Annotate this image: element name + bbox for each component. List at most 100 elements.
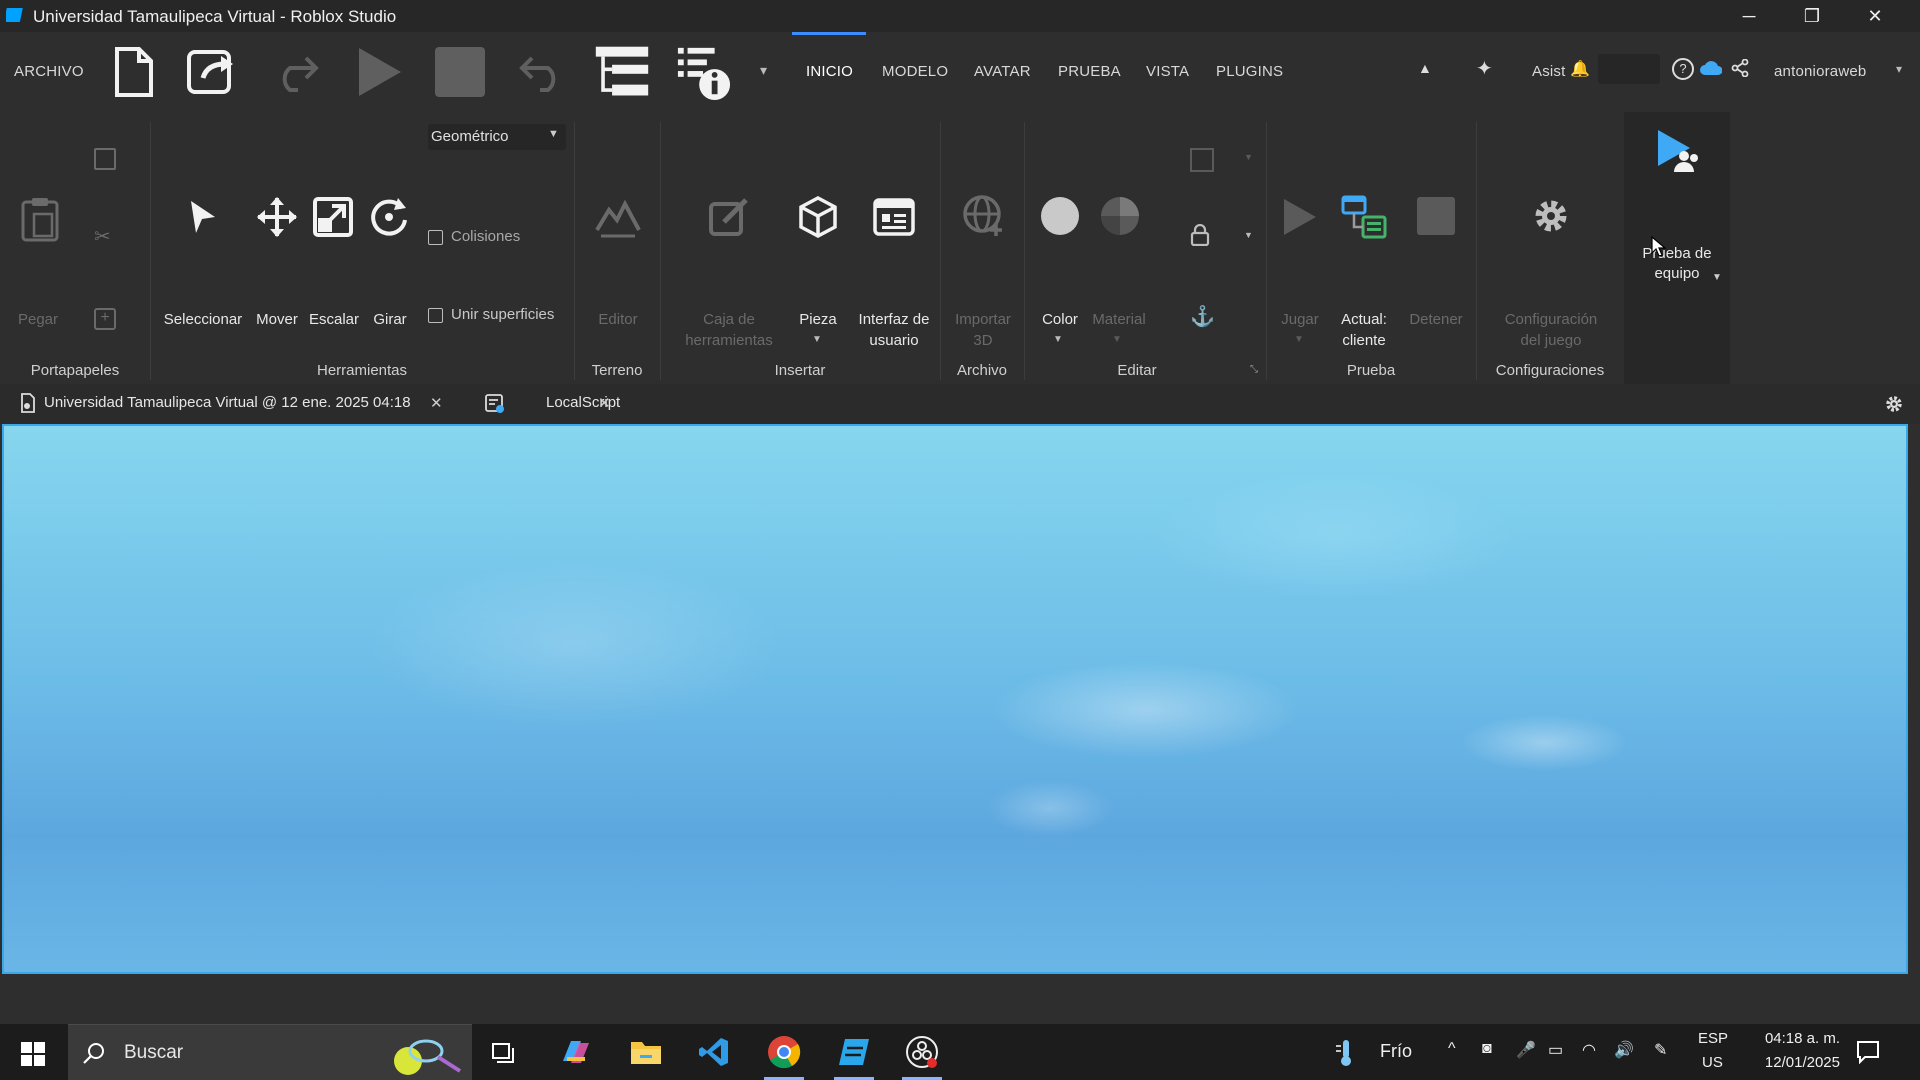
explorer-button[interactable] — [594, 46, 650, 98]
join-surfaces-label: Unir superficies — [451, 306, 555, 323]
quick-play-button[interactable] — [350, 46, 406, 98]
new-file-button[interactable] — [105, 46, 161, 98]
stop-icon — [435, 47, 485, 97]
weather-label[interactable]: Frío — [1380, 1041, 1412, 1062]
color-button[interactable] — [1036, 192, 1084, 240]
tab-prueba[interactable]: PRUEBA — [1058, 63, 1121, 80]
toolbox-button[interactable] — [706, 192, 752, 242]
game-settings-button[interactable] — [1528, 192, 1574, 240]
team-test-button[interactable] — [1652, 128, 1702, 172]
minimize-button[interactable]: ─ — [1722, 0, 1776, 32]
import-3d-button[interactable] — [960, 192, 1008, 240]
file-explorer-icon[interactable] — [626, 1032, 666, 1072]
move-tool-button[interactable] — [254, 194, 300, 240]
play-button[interactable] — [1278, 194, 1322, 240]
tray-battery-icon[interactable]: ▭ — [1548, 1040, 1563, 1060]
user-name[interactable]: antonioraweb — [1774, 63, 1866, 80]
geometry-dropdown[interactable]: Geométrico ▼ — [428, 124, 566, 150]
tray-microphone-icon[interactable]: 🎤 — [1516, 1040, 1536, 1060]
close-tab-localscript-icon[interactable]: ✕ — [598, 394, 611, 412]
play-dropdown-icon[interactable]: ▼ — [1294, 334, 1304, 345]
ai-sparkle-icon[interactable]: ✦ — [1476, 56, 1493, 81]
obs-icon[interactable] — [902, 1032, 942, 1072]
tray-camera-icon[interactable]: ◙ — [1482, 1040, 1492, 1058]
cut-icon[interactable]: ✂ — [94, 224, 111, 249]
roblox-studio-taskbar-icon[interactable] — [834, 1032, 874, 1072]
team-test-dropdown-icon[interactable]: ▼ — [1712, 272, 1722, 283]
user-interface-button[interactable] — [872, 194, 916, 240]
stop-square-icon — [1417, 197, 1455, 235]
restore-button[interactable]: ❐ — [1785, 0, 1839, 32]
properties-info-icon — [677, 47, 731, 100]
group-icon[interactable] — [1190, 148, 1214, 172]
3d-viewport[interactable] — [2, 424, 1908, 974]
properties-button[interactable] — [676, 46, 732, 100]
redo-button[interactable] — [268, 46, 324, 98]
tab-avatar[interactable]: AVATAR — [974, 63, 1031, 80]
lock-dropdown-icon[interactable]: ▼ — [1244, 230, 1253, 240]
close-window-button[interactable]: ✕ — [1848, 0, 1902, 32]
paste-button[interactable] — [18, 194, 62, 244]
color-dropdown-icon[interactable]: ▼ — [1053, 334, 1063, 345]
quick-access-overflow-icon[interactable]: ▾ — [760, 62, 767, 79]
part-dropdown-icon[interactable]: ▼ — [812, 334, 822, 345]
tab-place[interactable]: Universidad Tamaulipeca Virtual @ 12 ene… — [44, 394, 411, 411]
share-icon[interactable] — [1731, 59, 1749, 77]
publish-button[interactable] — [185, 46, 241, 98]
undo-button[interactable] — [514, 46, 570, 98]
windows-start-icon[interactable] — [21, 1042, 45, 1066]
assistant-button[interactable]: Asist — [1532, 63, 1566, 80]
scale-tool-button[interactable] — [310, 194, 356, 240]
duplicate-icon[interactable]: + — [94, 308, 116, 330]
input-language-top[interactable]: ESP — [1698, 1030, 1728, 1047]
group-dropdown-icon[interactable]: ▼ — [1244, 152, 1253, 162]
tray-chevron-up-icon[interactable]: ^ — [1448, 1040, 1456, 1058]
tab-plugins[interactable]: PLUGINS — [1216, 63, 1283, 80]
select-tool-button[interactable] — [178, 192, 226, 242]
part-button[interactable] — [796, 192, 840, 242]
tray-wifi-icon[interactable]: ◠ — [1582, 1040, 1596, 1060]
clock-date[interactable]: 12/01/2025 — [1748, 1054, 1840, 1071]
terrain-editor-button[interactable] — [594, 192, 642, 242]
material-dropdown-icon[interactable]: ▼ — [1112, 334, 1122, 345]
ribbon-separator — [150, 122, 151, 380]
notifications-icon[interactable] — [1856, 1040, 1880, 1064]
tab-vista[interactable]: VISTA — [1146, 63, 1189, 80]
close-tab-place-icon[interactable]: ✕ — [430, 394, 443, 412]
stop-button[interactable] — [1412, 192, 1460, 240]
tab-modelo[interactable]: MODELO — [882, 63, 948, 80]
clock-time[interactable]: 04:18 a. m. — [1748, 1030, 1840, 1047]
copilot-icon[interactable] — [556, 1032, 596, 1072]
copy-icon[interactable] — [94, 148, 116, 170]
user-dropdown-icon[interactable]: ▾ — [1896, 62, 1902, 76]
material-button[interactable] — [1096, 192, 1144, 240]
input-language-bottom[interactable]: US — [1702, 1054, 1723, 1071]
import-globe-icon — [963, 195, 1002, 236]
edit-expand-icon[interactable]: ⤡ — [1250, 364, 1258, 375]
cloud-icon[interactable] — [1700, 60, 1722, 76]
anchor-icon[interactable]: ⚓ — [1190, 304, 1215, 329]
team-test-icon — [1658, 130, 1698, 172]
collisions-checkbox[interactable] — [428, 230, 443, 245]
rotate-tool-button[interactable] — [366, 194, 412, 240]
task-view-icon[interactable] — [484, 1032, 524, 1072]
geometry-dropdown-value: Geométrico — [431, 128, 509, 145]
vscode-icon[interactable] — [694, 1032, 734, 1072]
file-menu[interactable]: ARCHIVO — [14, 63, 84, 80]
tab-inicio[interactable]: INICIO — [806, 63, 853, 80]
current-client-button[interactable] — [1340, 192, 1388, 242]
client-server-icon — [1341, 195, 1387, 239]
help-icon[interactable]: ? — [1672, 58, 1694, 80]
quick-stop-button[interactable] — [432, 46, 488, 98]
taskbar-search-box[interactable]: Buscar — [68, 1024, 472, 1080]
notification-bell-icon[interactable]: 🔔 — [1570, 59, 1590, 79]
tray-pen-icon[interactable]: ✎ — [1654, 1040, 1667, 1060]
tab-settings-gear-icon[interactable] — [1884, 394, 1904, 414]
join-surfaces-checkbox[interactable] — [428, 308, 443, 323]
thermometer-weather-icon[interactable] — [1334, 1038, 1358, 1068]
terrain-editor-label: Editor — [598, 311, 638, 328]
lock-icon[interactable] — [1190, 224, 1210, 246]
collapse-ribbon-icon[interactable]: ▲ — [1418, 60, 1432, 76]
tray-volume-icon[interactable]: 🔊 — [1614, 1040, 1634, 1060]
chrome-icon[interactable] — [764, 1032, 804, 1072]
